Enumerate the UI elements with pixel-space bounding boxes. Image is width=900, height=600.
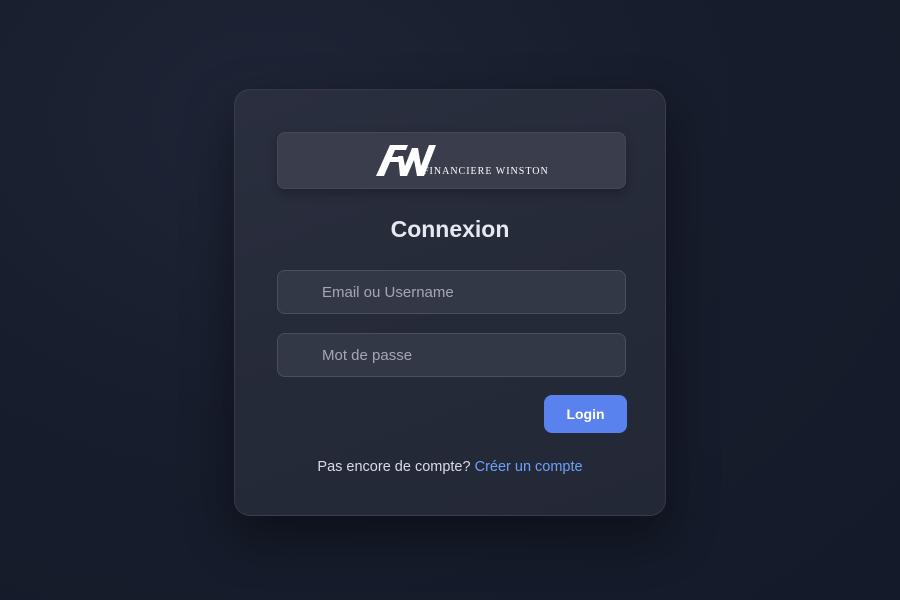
logo-wordmark: FINANCIERE WINSTON <box>423 166 549 177</box>
brand-logo-banner: FINANCIERE WINSTON <box>277 132 626 189</box>
email-username-input[interactable] <box>277 270 626 314</box>
password-input[interactable] <box>277 333 626 377</box>
login-card: FINANCIERE WINSTON Connexion Login Pas e… <box>234 89 666 516</box>
signup-prompt: Pas encore de compte? Créer un compte <box>235 459 665 475</box>
page-title: Connexion <box>390 216 510 242</box>
create-account-link[interactable]: Créer un compte <box>475 459 583 475</box>
login-button[interactable]: Login <box>544 395 627 433</box>
signup-prompt-text: Pas encore de compte? <box>317 459 471 475</box>
